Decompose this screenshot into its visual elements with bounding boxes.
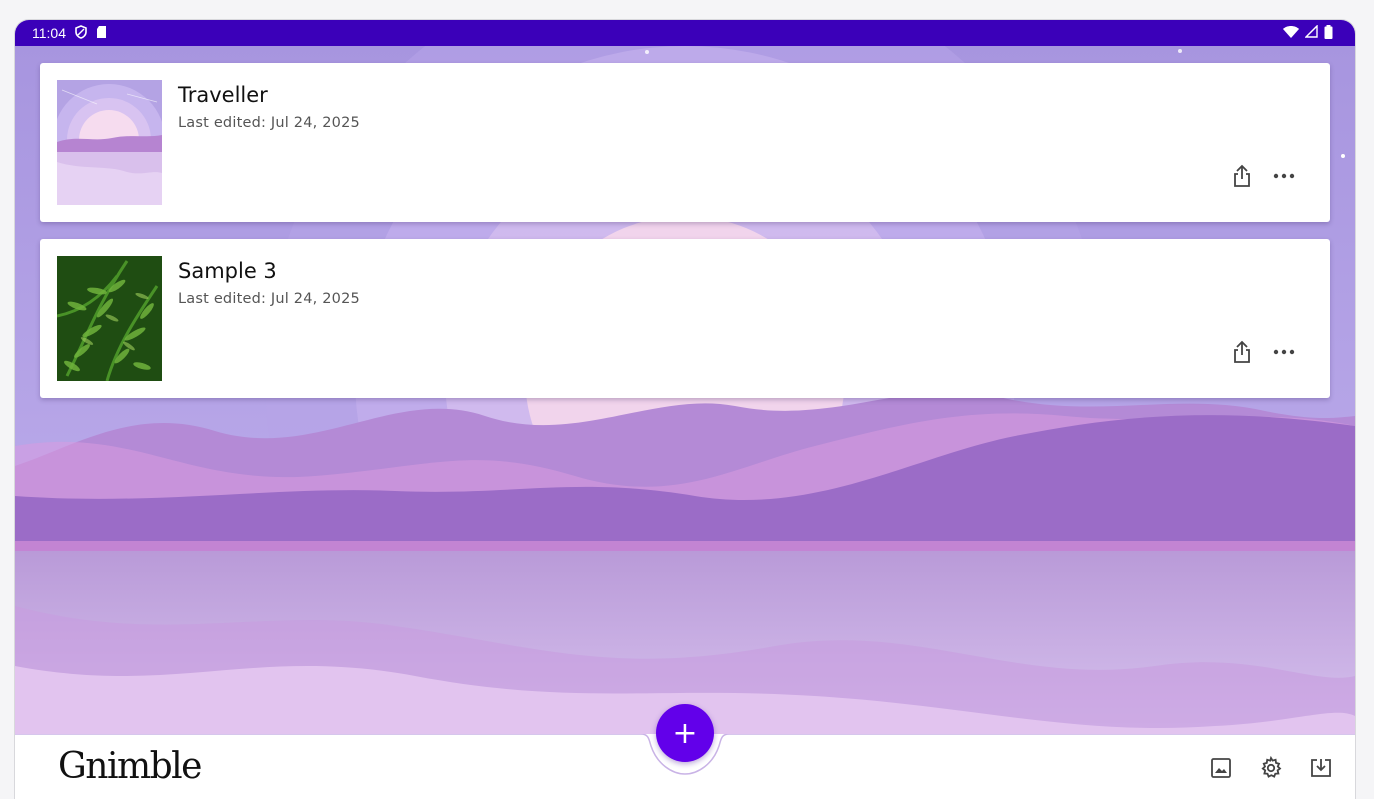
share-icon bbox=[1234, 340, 1250, 363]
app-window: 11:04 Traveller Last edited: Jul 24, 202… bbox=[15, 20, 1355, 799]
sunset-lake-thumbnail bbox=[57, 80, 162, 205]
share-icon bbox=[1234, 164, 1250, 187]
project-last-edited: Last edited: Jul 24, 2025 bbox=[178, 291, 360, 307]
settings-button[interactable] bbox=[1257, 754, 1285, 782]
more-options-button[interactable] bbox=[1271, 163, 1297, 189]
project-last-edited: Last edited: Jul 24, 2025 bbox=[178, 115, 360, 131]
project-title: Sample 3 bbox=[178, 259, 277, 283]
shield-icon bbox=[74, 24, 88, 42]
settings-icon bbox=[1261, 756, 1282, 778]
share-button[interactable] bbox=[1229, 163, 1255, 189]
fern-leaves-thumbnail bbox=[57, 256, 162, 381]
share-button[interactable] bbox=[1229, 339, 1255, 365]
project-card[interactable]: Traveller Last edited: Jul 24, 2025 bbox=[40, 63, 1330, 222]
add-project-fab[interactable]: + bbox=[656, 704, 714, 762]
more-options-icon bbox=[1273, 349, 1295, 355]
gallery-button[interactable] bbox=[1207, 754, 1235, 782]
project-title: Traveller bbox=[178, 83, 268, 107]
plus-icon: + bbox=[672, 715, 698, 751]
app-logo: Gnimble bbox=[58, 746, 202, 787]
project-card[interactable]: Sample 3 Last edited: Jul 24, 2025 bbox=[40, 239, 1330, 398]
more-options-icon bbox=[1273, 173, 1295, 179]
import-icon bbox=[1311, 759, 1331, 777]
gallery-icon bbox=[1211, 758, 1231, 778]
cell-signal-icon bbox=[1304, 24, 1318, 41]
sd-card-icon bbox=[96, 25, 108, 42]
wifi-icon bbox=[1283, 25, 1299, 41]
more-options-button[interactable] bbox=[1271, 339, 1297, 365]
status-bar: 11:04 bbox=[15, 20, 1355, 46]
status-time: 11:04 bbox=[32, 25, 66, 41]
import-button[interactable] bbox=[1307, 754, 1335, 782]
battery-icon bbox=[1324, 24, 1333, 42]
